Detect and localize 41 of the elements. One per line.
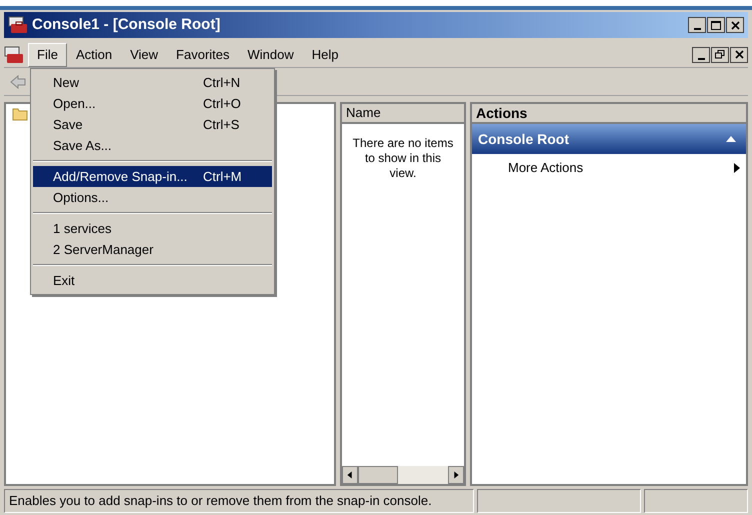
restore-button[interactable] xyxy=(711,46,729,62)
menu-entry[interactable]: New Ctrl+N xyxy=(33,72,272,93)
action-item[interactable]: More Actions xyxy=(472,154,746,182)
menu-entry[interactable]: Options... xyxy=(33,187,272,208)
menu-entry[interactable]: Open... Ctrl+O xyxy=(33,93,272,114)
menu-entry[interactable]: Exit xyxy=(33,270,272,291)
collapse-icon[interactable] xyxy=(726,136,736,142)
scroll-left-icon[interactable] xyxy=(342,466,358,484)
scroll-right-icon[interactable] xyxy=(448,466,464,484)
column-header[interactable]: Name xyxy=(342,104,464,124)
section-header[interactable]: Console Root xyxy=(472,124,746,154)
submenu-arrow-icon xyxy=(734,163,740,173)
restore-icon xyxy=(715,50,725,59)
menu-entry[interactable]: 1 services xyxy=(33,218,272,239)
close-button[interactable] xyxy=(726,17,744,33)
close-icon xyxy=(730,20,740,30)
folder-icon[interactable] xyxy=(12,107,28,121)
section-title: Console Root xyxy=(478,130,569,148)
close-button[interactable] xyxy=(730,46,748,62)
menu-entry[interactable]: Add/Remove Snap-in... Ctrl+M xyxy=(33,166,272,187)
toolbox-icon xyxy=(8,16,28,34)
minimize-button[interactable] xyxy=(688,17,706,33)
horizontal-scrollbar[interactable] xyxy=(342,466,464,484)
scroll-thumb[interactable] xyxy=(358,466,398,484)
menu-item[interactable]: File xyxy=(28,42,67,66)
menu-item[interactable]: Window xyxy=(238,42,303,66)
menu-item[interactable]: Action xyxy=(66,42,122,66)
close-icon xyxy=(734,50,744,59)
menu-item[interactable]: Help xyxy=(302,42,348,66)
window-title: Console1 - [Console Root] xyxy=(32,14,220,35)
maximize-button[interactable] xyxy=(707,17,725,33)
actions-header: Actions xyxy=(472,104,746,124)
menu-item[interactable]: Favorites xyxy=(167,42,239,66)
status-text: Enables you to add snap-ins to or remove them from the snap-in console. xyxy=(4,489,474,513)
menu-entry[interactable]: 2 ServerManager xyxy=(33,239,272,260)
menu-entry[interactable]: Save Ctrl+S xyxy=(33,114,272,135)
toolbox-icon xyxy=(4,46,24,64)
minimize-button[interactable] xyxy=(692,46,710,62)
empty-message: There are no items to show in this view. xyxy=(352,136,454,181)
menu-item[interactable]: View xyxy=(121,42,168,66)
menu-entry[interactable]: Save As... xyxy=(33,135,272,156)
